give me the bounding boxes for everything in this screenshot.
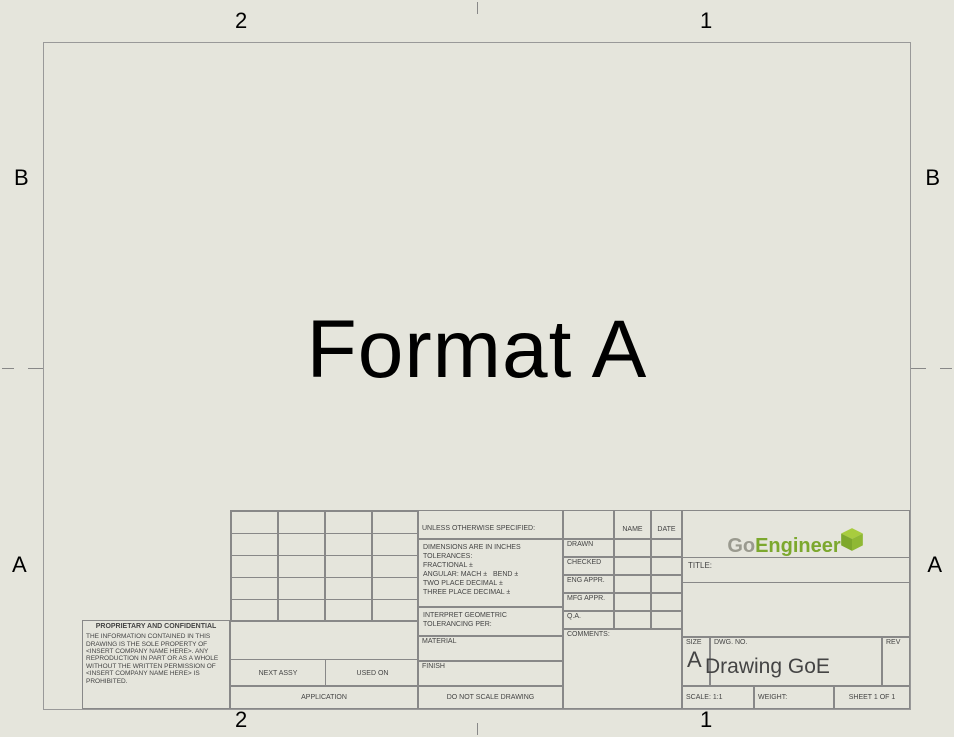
weight-cell: WEIGHT: xyxy=(754,686,834,709)
rev-cell: REV xyxy=(882,637,910,686)
finish-cell: FINISH xyxy=(418,661,563,686)
tick-bottom-center xyxy=(477,723,478,735)
proprietary-body: THE INFORMATION CONTAINED IN THIS DRAWIN… xyxy=(86,633,226,685)
ruler-left-a: A xyxy=(12,552,27,578)
tick-top-center xyxy=(477,2,478,14)
tick-left-center xyxy=(2,368,14,369)
proprietary-box: PROPRIETARY AND CONFIDENTIAL THE INFORMA… xyxy=(82,620,230,709)
ruler-right-b: B xyxy=(925,165,940,191)
do-not-scale-cell: DO NOT SCALE DRAWING xyxy=(418,686,563,709)
ruler-bottom-2: 2 xyxy=(235,707,247,733)
scale-cell: SCALE: 1:1 xyxy=(682,686,754,709)
ruler-top-1: 1 xyxy=(700,8,712,34)
center-title: Format A xyxy=(307,303,648,397)
unless-cell: UNLESS OTHERWISE SPECIFIED: xyxy=(418,510,563,539)
revision-grid: NEXT ASSY USED ON xyxy=(230,510,418,686)
proprietary-title: PROPRIETARY AND CONFIDENTIAL xyxy=(86,623,226,631)
ruler-right-a: A xyxy=(927,552,942,578)
logo-text-go: Go xyxy=(727,535,755,558)
used-on-label: USED ON xyxy=(325,659,419,687)
title-cell: TITLE: xyxy=(682,557,910,637)
ruler-top-2: 2 xyxy=(235,8,247,34)
sheet-cell: SHEET 1 OF 1 xyxy=(834,686,910,709)
ruler-bottom-1: 1 xyxy=(700,707,712,733)
logo-text-engineer: Engineer xyxy=(755,535,841,558)
tick-right-center xyxy=(940,368,952,369)
sheet-border: Format A NEXT ASSY USED ON APPLICATION U… xyxy=(43,42,911,710)
cube-icon xyxy=(839,527,865,553)
interpret-cell: INTERPRET GEOMETRIC TOLERANCING PER: xyxy=(418,607,563,636)
dwg-no-cell: DWG. NO. Drawing GoE xyxy=(710,637,882,686)
ruler-left-b: B xyxy=(14,165,29,191)
application-label: APPLICATION xyxy=(230,686,418,709)
signatures-column: NAME DATE DRAWN CHECKED ENG APPR. MFG AP… xyxy=(563,510,682,709)
next-assy-label: NEXT ASSY xyxy=(231,659,325,687)
tolerances-cell: DIMENSIONS ARE IN INCHES TOLERANCES: FRA… xyxy=(418,539,563,607)
material-cell: MATERIAL xyxy=(418,636,563,661)
title-block: NEXT ASSY USED ON APPLICATION UNLESS OTH… xyxy=(230,510,910,709)
